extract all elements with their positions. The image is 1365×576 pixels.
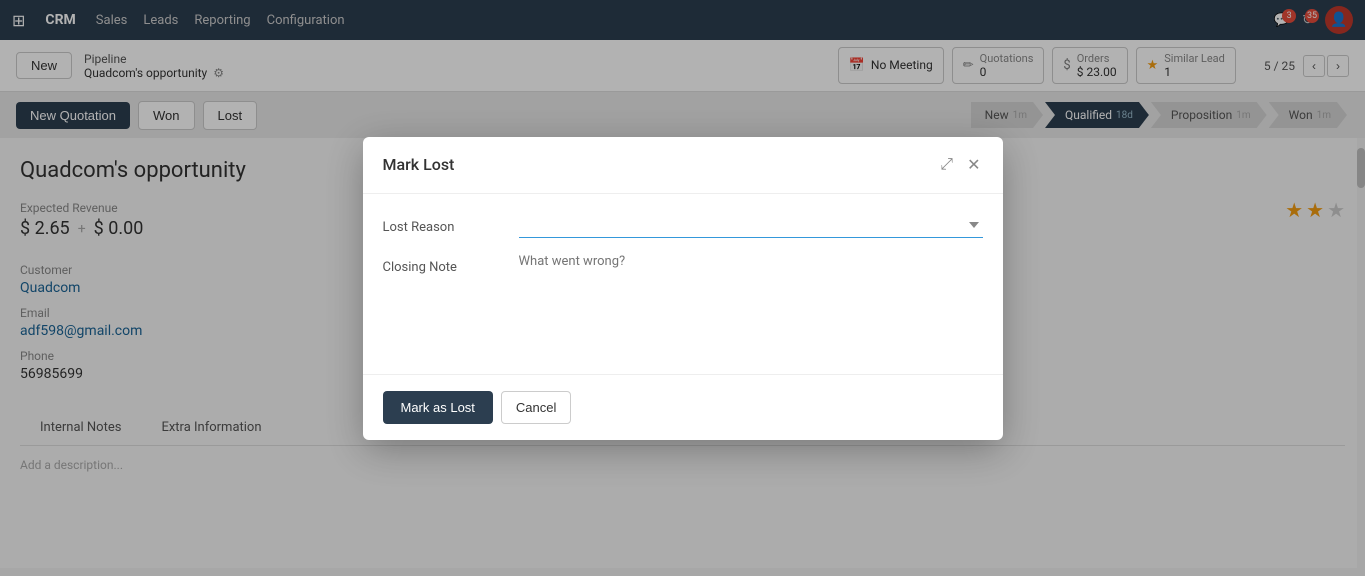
modal-footer: Mark as Lost Cancel <box>363 374 1003 440</box>
closing-note-textarea[interactable] <box>519 254 983 334</box>
mark-lost-modal: Mark Lost ⤢ ✕ Lost Reason Closing Note <box>363 137 1003 440</box>
lost-reason-row: Lost Reason <box>383 214 983 238</box>
lost-reason-select[interactable] <box>519 214 983 238</box>
closing-note-input-container <box>519 254 983 338</box>
modal-body: Lost Reason Closing Note <box>363 194 1003 374</box>
cancel-button[interactable]: Cancel <box>501 391 571 424</box>
modal-title: Mark Lost <box>383 155 455 174</box>
lost-reason-input-container <box>519 214 983 238</box>
modal-header-icons: ⤢ ✕ <box>938 153 982 177</box>
lost-reason-label: Lost Reason <box>383 214 503 235</box>
modal-overlay[interactable]: Mark Lost ⤢ ✕ Lost Reason Closing Note <box>0 0 1365 576</box>
closing-note-row: Closing Note <box>383 254 983 338</box>
modal-close-button[interactable]: ✕ <box>965 153 982 177</box>
modal-expand-button[interactable]: ⤢ <box>938 153 955 177</box>
closing-note-label: Closing Note <box>383 254 503 275</box>
modal-header: Mark Lost ⤢ ✕ <box>363 137 1003 194</box>
mark-as-lost-button[interactable]: Mark as Lost <box>383 391 493 424</box>
